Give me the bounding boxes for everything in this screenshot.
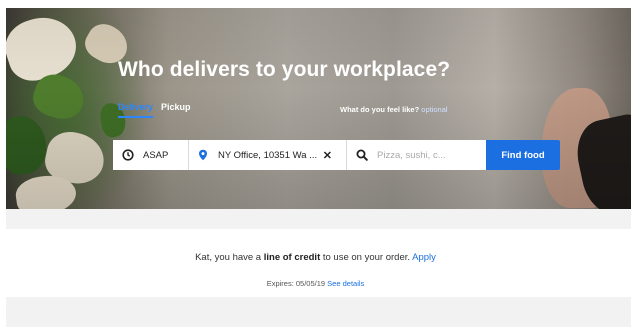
utensil-decoration — [570, 111, 631, 209]
feel-like-question: What do you feel like? — [340, 105, 420, 114]
food-search-field[interactable] — [347, 140, 486, 170]
see-details-link[interactable]: See details — [327, 279, 364, 288]
page-title: Who delivers to your workplace? — [118, 58, 451, 81]
address-field[interactable]: NY Office, 10351 Wa ... ✕ — [189, 140, 347, 170]
close-icon[interactable]: ✕ — [323, 149, 332, 162]
tab-delivery[interactable]: Delivery — [118, 102, 154, 118]
search-icon — [356, 149, 368, 161]
search-input[interactable] — [377, 149, 477, 161]
salad-decoration — [6, 113, 49, 177]
location-pin-icon — [199, 149, 207, 161]
credit-prefix: Kat, you have a — [195, 252, 262, 263]
time-selector[interactable]: ASAP — [113, 140, 189, 170]
hero-banner — [6, 8, 631, 209]
salad-decoration — [41, 127, 109, 189]
time-value: ASAP — [143, 149, 169, 161]
order-type-tabs: Delivery Pickup — [118, 102, 191, 118]
credit-message: Kat, you have a line of credit to use on… — [0, 252, 631, 263]
divider-band — [6, 209, 631, 229]
address-value: NY Office, 10351 Wa ... — [218, 149, 318, 161]
clock-icon — [122, 149, 134, 161]
apply-link[interactable]: Apply — [412, 252, 436, 263]
credit-highlight: line of credit — [263, 252, 321, 263]
search-bar: ASAP NY Office, 10351 Wa ... ✕ Find food — [113, 140, 560, 170]
footer-band — [6, 297, 631, 327]
salad-decoration — [28, 68, 90, 126]
feel-like-label: What do you feel like? optional — [340, 105, 448, 114]
find-food-button[interactable]: Find food — [486, 140, 560, 170]
salad-decoration — [13, 172, 79, 209]
salad-decoration — [6, 8, 84, 88]
tab-pickup[interactable]: Pickup — [161, 102, 191, 118]
feel-like-optional: optional — [421, 105, 448, 114]
credit-expiry: Expires: 05/05/19 See details — [0, 279, 631, 288]
expires-label: Expires: 05/05/19 — [266, 279, 326, 288]
credit-suffix: to use on your order. — [322, 252, 411, 263]
